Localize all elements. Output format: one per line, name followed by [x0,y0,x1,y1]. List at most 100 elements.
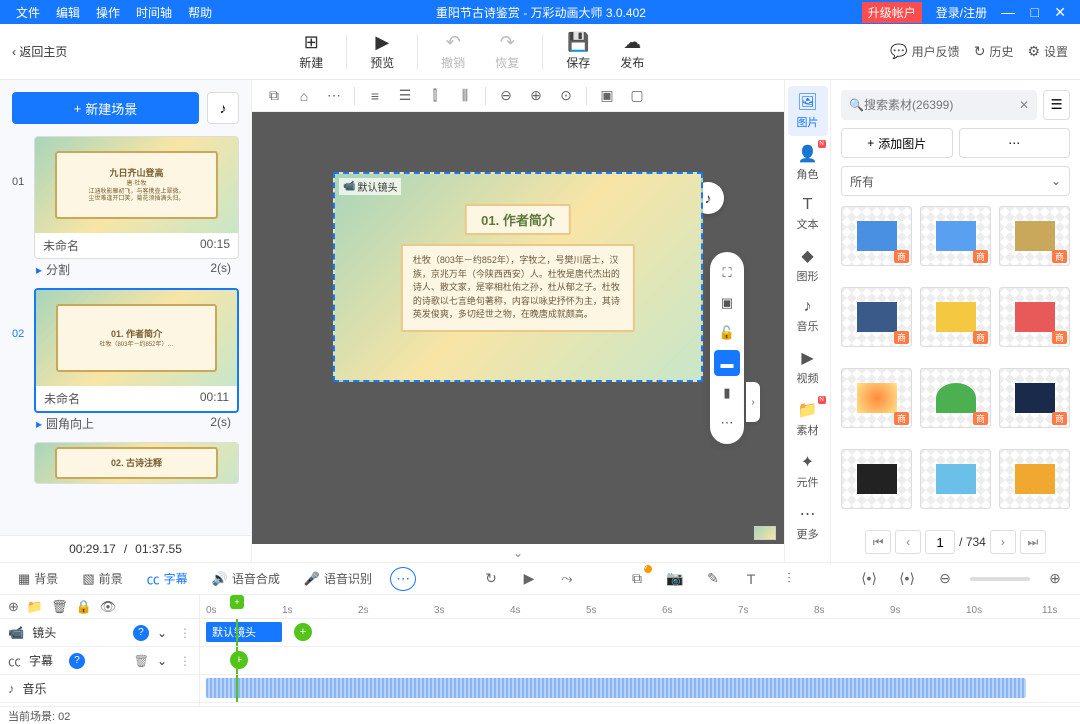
tab-background[interactable]: ▦背景 [12,566,64,591]
ribbon-more[interactable]: ⋯更多 [788,498,828,548]
menu-edit[interactable]: 编辑 [48,4,88,21]
fullscreen-icon[interactable]: ⛶ [714,260,740,286]
drag-handle-icon[interactable]: ⋮ [179,626,191,640]
unlock-icon[interactable]: 🔓 [714,320,740,346]
distribute-icon[interactable]: ⫼ [451,84,479,108]
new-scene-button[interactable]: +新建场景 [12,92,199,124]
delete-icon[interactable]: 🗑 [134,654,149,668]
more-icon[interactable]: ⋯ [320,84,348,108]
scene-thumbnail[interactable]: 九日齐山登高唐·杜牧江涵秋影雁初飞，与客携壶上翠微。尘世难逢开口笑，菊花须插满头… [35,137,238,233]
preview-button[interactable]: ▶预览 [355,32,409,71]
align-left-icon[interactable]: ≡ [361,84,389,108]
asset-item[interactable]: 商 [920,287,991,347]
first-page-button[interactable]: ⏮ [865,530,891,554]
ribbon-video[interactable]: ▶视频 [788,342,828,392]
home-icon[interactable]: ⌂ [290,84,318,108]
layer-front-icon[interactable]: ▣ [593,84,621,108]
ribbon-image[interactable]: 🖼图片 [788,86,828,136]
minimize-icon[interactable]: — [995,4,1021,20]
scene-thumbnail[interactable]: 01. 作者简介杜牧（803年－约852年）… [36,290,237,386]
menu-timeline[interactable]: 时间轴 [128,4,180,21]
playhead-icon[interactable]: + [230,595,244,609]
play-icon[interactable]: ▸ [36,417,42,431]
layer-back-icon[interactable]: ▢ [623,84,651,108]
camera-tool-icon[interactable]: 📷 [662,567,688,591]
canvas-viewport[interactable]: ♪ 📹默认镜头 01. 作者简介 杜牧（803年－约852年），字牧之，号樊川居… [252,112,784,544]
play-icon[interactable]: ▸ [36,263,42,277]
timeline-ruler[interactable]: + 0s 1s 2s 3s 4s 5s 6s 7s 8s 9s 10s 11s [200,595,1080,619]
tab-foreground[interactable]: ▧前景 [76,566,128,591]
range-start-icon[interactable]: ⟨•⟩ [856,567,882,591]
mini-preview[interactable] [754,526,776,540]
more-options-icon[interactable]: ⋯ [390,567,416,591]
clear-icon[interactable]: ✕ [1019,98,1029,112]
close-icon[interactable]: ✕ [1048,4,1072,20]
text-tool-icon[interactable]: T [738,567,764,591]
audio-waveform[interactable] [206,678,1026,698]
lock-layer-icon[interactable]: 🔒 [76,599,92,615]
feedback-button[interactable]: 💬用户反馈 [890,43,959,60]
adjust-tool-icon[interactable]: ⫶ [776,567,802,591]
align-v-icon[interactable]: ⫿ [421,84,449,108]
filter-button[interactable]: ☰ [1043,90,1070,120]
zoom-slider[interactable] [970,577,1030,581]
chevron-down-icon[interactable]: ⌄ [157,654,167,668]
canvas-collapse-handle[interactable]: ⌄ [252,544,784,562]
visibility-icon[interactable]: 👁 [100,599,117,615]
zoom-out-timeline-icon[interactable]: ⊖ [932,567,958,591]
settings-button[interactable]: ⚙设置 [1027,43,1068,60]
skip-icon[interactable]: ⤳ [554,567,580,591]
help-icon[interactable]: ? [69,653,85,669]
ribbon-character[interactable]: 👤角色N [788,138,828,188]
align-center-icon[interactable]: ☰ [391,84,419,108]
back-button[interactable]: ‹ 返回主页 [12,43,67,60]
rewind-icon[interactable]: ↻ [478,567,504,591]
chevron-down-icon[interactable]: ⌄ [157,626,167,640]
asset-item[interactable] [920,449,991,509]
snapshot-icon[interactable]: ⧉v [624,567,650,591]
scene-music-button[interactable]: ♪ [207,92,239,124]
display-icon[interactable]: ▬ [714,350,740,376]
tab-asr[interactable]: 🎤语音识别 [298,566,378,591]
add-keyframe-icon[interactable]: + [230,651,248,669]
tab-subtitle[interactable]: ㏄字幕 [141,565,194,592]
ribbon-asset[interactable]: 📁素材N [788,394,828,444]
track-subtitle[interactable]: ㏄ 字幕 ? 🗑 ⌄ ⋮ [0,647,199,675]
menu-help[interactable]: 帮助 [180,4,220,21]
asset-item[interactable]: 商 [920,368,991,428]
canvas-slide[interactable]: 📹默认镜头 01. 作者简介 杜牧（803年－约852年），字牧之，号樊川居士，… [333,172,703,382]
asset-item[interactable]: 商 [841,287,912,347]
add-more-button[interactable]: ⋯ [959,128,1071,158]
asset-item[interactable]: 商 [920,206,991,266]
login-button[interactable]: 登录/注册 [928,4,995,21]
scene-item[interactable]: 02 01. 作者简介杜牧（803年－约852年）… 未命名00:11 ▸圆角向… [12,288,239,434]
ribbon-music[interactable]: ♪音乐 [788,292,828,340]
menu-file[interactable]: 文件 [8,4,48,21]
ribbon-shape[interactable]: ◆图形 [788,240,828,290]
add-keyframe-icon[interactable]: + [294,623,312,641]
camera-segment[interactable]: 默认镜头 [206,622,282,642]
add-image-button[interactable]: +添加图片 [841,128,953,158]
fit-icon[interactable]: ▣ [714,290,740,316]
menu-action[interactable]: 操作 [88,4,128,21]
subtitle-track[interactable]: + [200,647,1080,675]
scene-item[interactable]: 02. 古诗注释 [12,442,239,484]
track-music[interactable]: ♪ 音乐 [0,675,199,703]
play-timeline-icon[interactable]: ▶ [516,567,542,591]
new-button[interactable]: ⊞新建 [284,32,338,71]
last-page-button[interactable]: ⏭ [1020,530,1046,554]
help-icon[interactable]: ? [133,625,149,641]
category-select[interactable]: 所有⌄ [841,166,1070,196]
panel-collapse-handle[interactable]: › [746,382,760,422]
search-box[interactable]: 🔍 ✕ [841,90,1037,120]
asset-item[interactable]: 商 [999,206,1070,266]
scene-item[interactable]: 01 九日齐山登高唐·杜牧江涵秋影雁初飞，与客携壶上翠微。尘世难逢开口笑，菊花须… [12,136,239,280]
save-button[interactable]: 💾保存 [551,32,605,71]
add-folder-icon[interactable]: 📁 [27,599,43,615]
edit-tool-icon[interactable]: ✎ [700,567,726,591]
add-layer-icon[interactable]: ⊕ [8,599,19,615]
tab-tts[interactable]: 🔊语音合成 [206,566,286,591]
zoom-in-icon[interactable]: ⊕ [522,84,550,108]
history-button[interactable]: ↻历史 [974,43,1014,60]
asset-item[interactable]: 商 [841,206,912,266]
